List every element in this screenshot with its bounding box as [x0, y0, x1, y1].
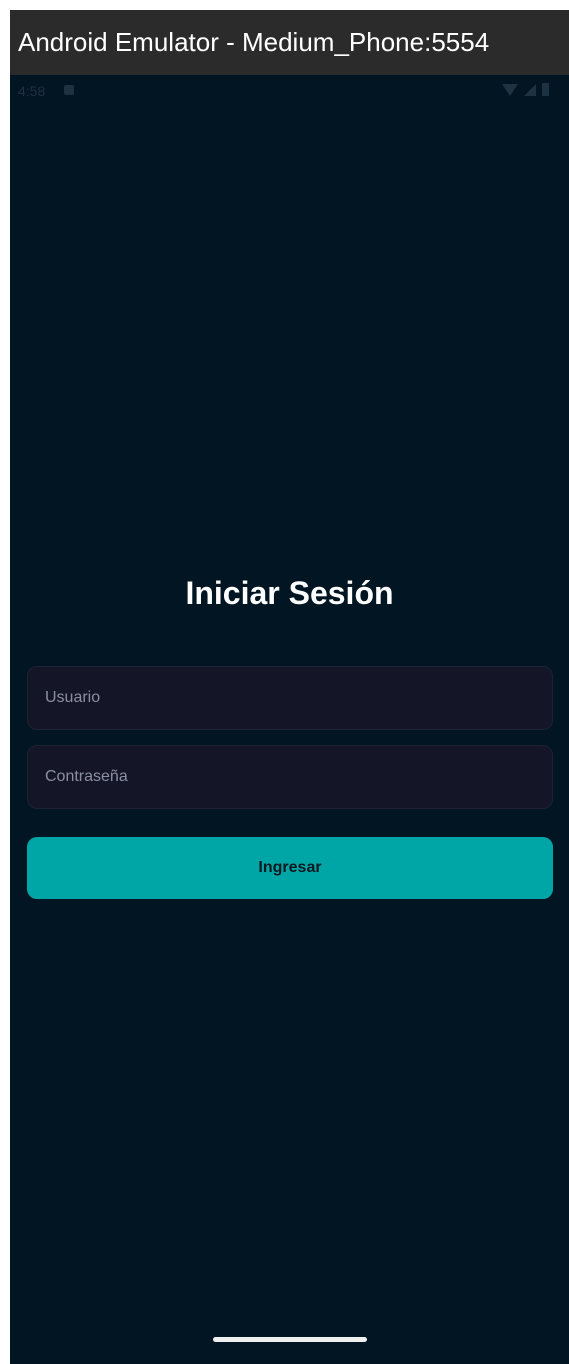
signal-icon [524, 83, 536, 96]
wifi-icon [502, 83, 518, 96]
status-icons [502, 83, 549, 96]
notification-icon [64, 85, 74, 95]
gesture-nav-handle[interactable] [213, 1337, 367, 1342]
status-time: 4:58 [18, 83, 46, 99]
password-input[interactable] [28, 746, 552, 808]
battery-icon [542, 83, 549, 96]
password-field[interactable] [27, 745, 553, 809]
window-title: Android Emulator - Medium_Phone:5554 [10, 10, 569, 75]
login-title: Iniciar Sesión [185, 575, 394, 611]
login-button[interactable]: Ingresar [27, 837, 553, 899]
username-field[interactable] [27, 666, 553, 730]
phone-screen: 4:58 Iniciar Sesión Ingresar [10, 75, 569, 1364]
emulator-window: Android Emulator - Medium_Phone:5554 4:5… [10, 10, 569, 1364]
status-bar: 4:58 [10, 75, 569, 105]
username-input[interactable] [28, 667, 552, 729]
